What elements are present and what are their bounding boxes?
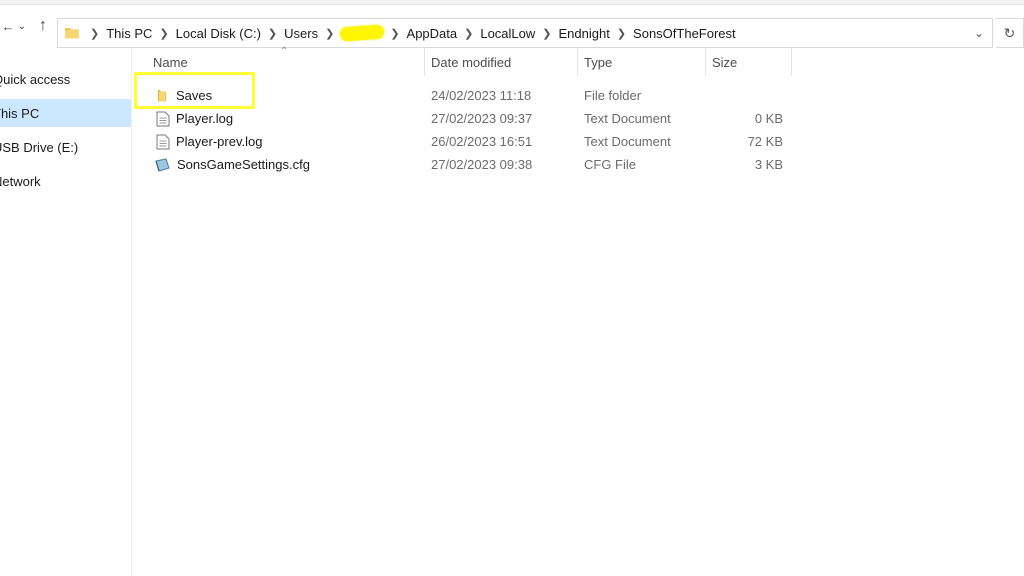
- file-size: 3 KB: [754, 157, 783, 172]
- breadcrumb-redacted-username[interactable]: [339, 24, 385, 42]
- sidebar-item-quick-access[interactable]: Quick access: [0, 65, 131, 93]
- file-name: Player-prev.log: [176, 134, 263, 149]
- chevron-right-icon[interactable]: ❯: [386, 27, 403, 40]
- chevron-right-icon[interactable]: ❯: [613, 27, 630, 40]
- chevron-right-icon[interactable]: ❯: [264, 27, 281, 40]
- sidebar-item-network[interactable]: Network: [0, 167, 131, 195]
- file-name-cell: SonsGameSettings.cfg: [154, 153, 310, 176]
- text-file-icon: [156, 134, 170, 150]
- chevron-right-icon[interactable]: ❯: [321, 27, 338, 40]
- file-date: 26/02/2023 16:51: [431, 134, 533, 149]
- breadcrumb-local-disk[interactable]: Local Disk (C:): [173, 26, 264, 41]
- up-arrow-icon[interactable]: ↑: [33, 14, 53, 38]
- sidebar-item-label: This PC: [0, 105, 40, 121]
- breadcrumb: ❯ This PC ❯ Local Disk (C:) ❯ Users ❯ ❯ …: [80, 24, 966, 42]
- column-header: ⌃ Name Date modified Type Size: [132, 46, 1024, 76]
- address-bar[interactable]: ❯ This PC ❯ Local Disk (C:) ❯ Users ❯ ❯ …: [57, 18, 993, 48]
- file-size: 72 KB: [747, 134, 783, 149]
- file-row-player-log[interactable]: Player.log 27/02/2023 09:37 Text Documen…: [132, 107, 792, 130]
- file-size: 0 KB: [754, 111, 783, 126]
- file-name-cell: Player-prev.log: [156, 130, 262, 153]
- file-date: 24/02/2023 11:18: [431, 88, 532, 103]
- breadcrumb-this-pc[interactable]: This PC: [103, 26, 155, 41]
- sidebar-item-label: Quick access: [0, 71, 71, 87]
- file-row-sons-game-settings[interactable]: SonsGameSettings.cfg 27/02/2023 09:38 CF…: [132, 153, 792, 176]
- address-folder-icon: [64, 25, 80, 41]
- saves-highlight-annotation: [134, 72, 255, 109]
- file-date: 27/02/2023 09:38: [431, 157, 533, 172]
- sidebar-item-label: Network: [0, 173, 41, 189]
- file-name: Player.log: [176, 111, 234, 126]
- address-history-chevron-icon[interactable]: ⌄: [966, 19, 992, 47]
- sidebar-item-this-pc[interactable]: This PC: [0, 99, 131, 127]
- navigation-pane: Quick access This PC USB Drive (E:) Netw…: [0, 48, 131, 576]
- column-header-label: Size: [712, 54, 738, 70]
- breadcrumb-appdata[interactable]: AppData: [404, 26, 461, 41]
- refresh-icon[interactable]: ↻: [996, 18, 1024, 48]
- file-type: Text Document: [584, 111, 671, 126]
- file-row-player-prev-log[interactable]: Player-prev.log 26/02/2023 16:51 Text Do…: [132, 130, 792, 153]
- breadcrumb-locallow[interactable]: LocalLow: [477, 26, 538, 41]
- text-file-icon: [156, 111, 170, 127]
- chevron-right-icon[interactable]: ❯: [538, 27, 555, 40]
- file-size: [712, 84, 783, 107]
- sidebar-item-usb-drive[interactable]: USB Drive (E:): [0, 133, 131, 161]
- window-top-strip: [0, 0, 1024, 5]
- column-header-label: Date modified: [431, 54, 512, 70]
- file-type: CFG File: [584, 157, 636, 172]
- breadcrumb-sonsoftheforest[interactable]: SonsOfTheForest: [630, 26, 739, 41]
- cfg-file-icon: [154, 157, 171, 173]
- column-header-size[interactable]: Size: [706, 48, 792, 76]
- sidebar-item-label: USB Drive (E:): [0, 139, 79, 155]
- file-name-cell: Player.log: [156, 107, 233, 130]
- file-type: Text Document: [584, 134, 671, 149]
- navigation-bar: ← ⌄ ↑ ❯ This PC ❯ Local Disk (C:) ❯ User…: [0, 8, 1024, 48]
- chevron-right-icon[interactable]: ❯: [86, 27, 103, 40]
- column-header-label: Type: [584, 54, 613, 70]
- file-name: SonsGameSettings.cfg: [177, 157, 310, 172]
- column-header-date-modified[interactable]: Date modified: [425, 48, 578, 76]
- chevron-right-icon[interactable]: ❯: [460, 27, 477, 40]
- file-type: File folder: [584, 88, 642, 103]
- column-header-label: Name: [153, 54, 188, 70]
- chevron-right-icon[interactable]: ❯: [155, 27, 172, 40]
- recent-locations-chevron-icon[interactable]: ⌄: [12, 14, 32, 38]
- breadcrumb-users[interactable]: Users: [281, 26, 321, 41]
- breadcrumb-endnight[interactable]: Endnight: [556, 26, 613, 41]
- file-date: 27/02/2023 09:37: [431, 111, 533, 126]
- column-header-type[interactable]: Type: [578, 48, 706, 76]
